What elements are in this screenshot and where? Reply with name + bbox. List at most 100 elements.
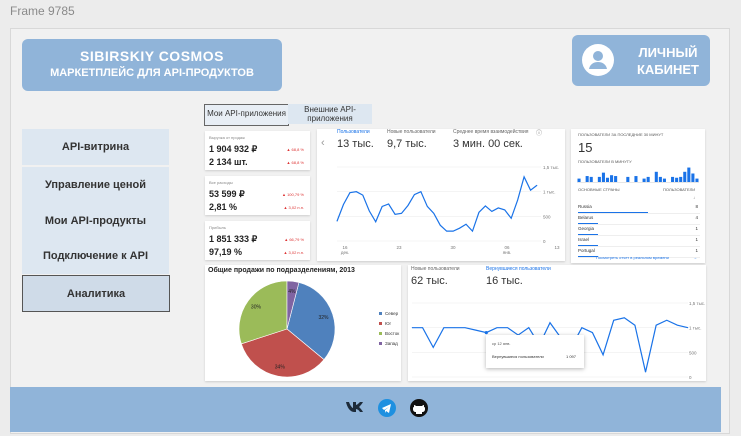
metric-value: 13 тыс.: [337, 138, 374, 150]
data-point: [375, 221, 377, 223]
legend-swatch: [379, 332, 382, 335]
data-point: [432, 347, 434, 348]
bar: [614, 176, 618, 182]
vk-icon[interactable]: [345, 400, 365, 419]
data-point: [510, 218, 512, 219]
metric-value: 62 тыс.: [411, 275, 448, 287]
pie-data-label: 4%: [288, 289, 296, 295]
data-point: [381, 206, 383, 207]
data-point: [645, 371, 646, 373]
legend-swatch: [379, 342, 382, 345]
bar: [691, 173, 695, 182]
brand-subtitle: МАРКЕТПЛЕЙС ДЛЯ API-ПРОДУКТОВ: [50, 67, 254, 79]
country-users: 8: [695, 204, 698, 209]
country-name: Georgia: [578, 226, 595, 231]
data-point: [613, 319, 614, 321]
metric-label[interactable]: Вернувшиеся пользователи: [486, 266, 551, 272]
metric-value: 3 мин. 00 сек.: [453, 138, 523, 150]
kpi-delta: ▲ 68,8 %: [286, 160, 304, 165]
metric-label[interactable]: Пользователи: [337, 129, 370, 135]
arrow-right-icon[interactable]: →: [693, 255, 697, 260]
bar: [597, 176, 601, 182]
legend-label: Юг: [385, 321, 392, 326]
tab-my-api-apps[interactable]: Мои API-приложения: [204, 104, 289, 126]
legend-swatch: [379, 322, 382, 325]
brand-banner[interactable]: SIBIRSKIY COSMOS МАРКЕТПЛЕЙС ДЛЯ API-ПРО…: [22, 39, 282, 91]
data-point: [549, 322, 551, 324]
data-point: [349, 192, 351, 193]
kpi-delta: ▲ 3,02 п.п.: [283, 250, 304, 255]
github-icon[interactable]: [410, 399, 428, 422]
data-point: [634, 324, 636, 326]
kpi-value: 2 134 шт.: [209, 157, 248, 167]
realtime-value: 15: [578, 140, 593, 155]
data-point: [411, 327, 413, 328]
country-bar: [578, 223, 598, 224]
per-minute-bar-chart: [577, 167, 699, 183]
data-point: [401, 213, 402, 214]
y-tick-label: 500: [543, 214, 551, 219]
kpi-value: 97,19 %: [209, 247, 243, 257]
telegram-icon[interactable]: [378, 399, 396, 422]
country-users: 1: [695, 237, 698, 242]
data-point: [414, 194, 415, 195]
bar: [646, 176, 650, 182]
kpi-value: 1 851 333 ₽: [209, 234, 258, 244]
y-tick-label: 1 тыс.: [543, 190, 556, 195]
chevron-left-icon[interactable]: ‹: [321, 137, 325, 149]
tab-label: Мои API-приложения: [207, 109, 286, 118]
kpi-label: Выручка от продаж: [209, 135, 245, 140]
kpi-card-profit: Прибыль 1 851 333 ₽ 97,19 % ▲ 66,79 % ▲ …: [205, 221, 310, 260]
data-point: [485, 205, 486, 207]
data-point: [496, 327, 498, 328]
kpi-delta: ▲ 66,79 %: [284, 237, 304, 242]
bar: [658, 176, 662, 182]
kpi-delta: ▲ 3,02 п.п.: [283, 205, 304, 210]
x-tick-label: 13: [554, 245, 560, 250]
sidebar-item-analytics[interactable]: Аналитика: [22, 275, 170, 312]
country-row: Georgia 1: [578, 225, 700, 236]
metric-label[interactable]: Новые пользователи: [411, 266, 460, 272]
data-point: [464, 327, 466, 328]
bar: [695, 178, 699, 182]
sidebar-item-connect-api[interactable]: Подключение к API: [22, 238, 169, 274]
data-point: [356, 191, 357, 192]
sidebar-item-showcase[interactable]: API-витрина: [22, 129, 169, 165]
personal-cabinet-button[interactable]: ЛИЧНЫЙ КАБИНЕТ: [572, 35, 710, 86]
legend-swatch: [379, 312, 382, 315]
tab-external-api-apps[interactable]: Внешние API-приложения: [288, 104, 372, 124]
y-tick-label: 0: [689, 375, 692, 380]
data-point: [528, 327, 530, 328]
data-point: [452, 230, 454, 232]
info-icon[interactable]: ⓘ: [536, 128, 542, 137]
countries-col-header: ОСНОВНЫЕ СТРАНЫ: [578, 187, 620, 192]
data-point: [592, 332, 593, 333]
sidebar-item-my-products[interactable]: Мои API-продукты: [22, 203, 169, 239]
kpi-label: Прибыль: [209, 225, 226, 230]
kpi-delta: ▲ 68,8 %: [286, 147, 304, 152]
per-minute-label: ПОЛЬЗОВАТЕЛИ В МИНУТУ: [578, 159, 632, 164]
sort-icon[interactable]: ↓: [693, 195, 695, 200]
hovered-point: [484, 331, 488, 335]
realtime-report-link[interactable]: Посмотреть отчет в реальном времени: [596, 255, 669, 260]
new-returning-users-card: Новые пользователи 62 тыс. Вернувшиеся п…: [408, 265, 706, 381]
sidebar-item-label: Управление ценой: [44, 179, 147, 191]
country-name: Israel: [578, 237, 590, 242]
sidebar-item-pricing[interactable]: Управление ценой: [22, 167, 169, 203]
users-overview-card: ‹ Пользователи 13 тыс. Новые пользовател…: [317, 129, 565, 261]
data-point: [475, 329, 476, 331]
legend-label: Запад: [385, 341, 398, 346]
data-point: [394, 214, 396, 215]
metric-value: 16 тыс.: [486, 275, 523, 287]
data-point: [433, 213, 435, 214]
bar: [675, 177, 679, 182]
country-bar: [578, 245, 598, 246]
y-tick-label: 1,5 тыс.: [689, 301, 705, 306]
metric-label[interactable]: Новые пользователи: [387, 129, 436, 135]
bar: [585, 176, 589, 182]
pie-data-label: 34%: [275, 365, 286, 371]
y-tick-label: 1,5 тыс.: [543, 165, 559, 170]
kpi-card-expenses: Все расходы 53 599 ₽ 2,81 % ▲ 100,79 % ▲…: [205, 176, 310, 215]
metric-label[interactable]: Среднее время взаимодействия: [453, 129, 528, 135]
data-point: [530, 189, 531, 191]
